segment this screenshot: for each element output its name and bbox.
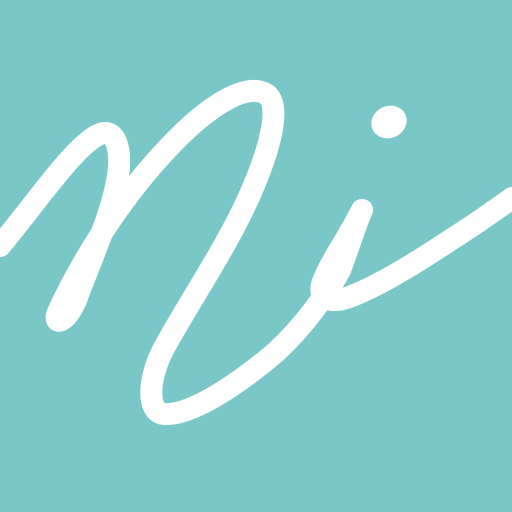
app-logo: Mi [0,0,512,512]
logo-mark [0,0,512,512]
